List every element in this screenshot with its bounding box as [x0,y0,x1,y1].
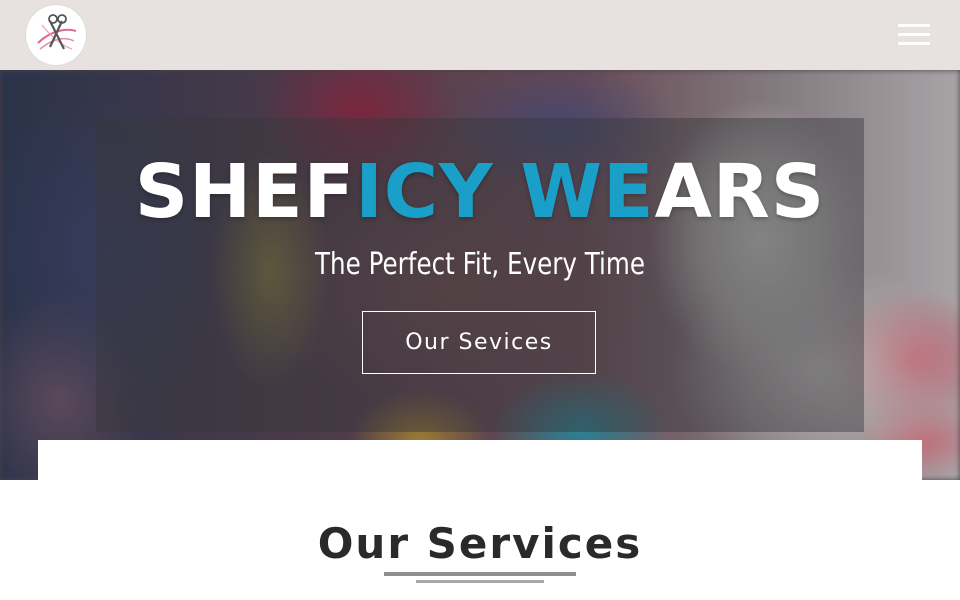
heading-underline-long [384,572,576,576]
brand-title: SHEFICY WEARS [96,150,864,234]
heading-underline-short [416,580,544,583]
menu-bar-middle [898,33,930,36]
services-heading: Our Services [317,519,643,568]
brand-title-part2: ARS [654,149,826,235]
scissors-logo-icon [37,14,77,50]
brand-title-part1: SHEF [134,149,356,235]
our-services-button[interactable]: Our Sevices [362,311,596,374]
menu-bar-top [898,24,930,27]
logo[interactable] [26,5,86,65]
site-header [0,0,960,70]
hamburger-menu-icon[interactable] [898,24,930,46]
brand-title-accent2: WE [520,149,655,235]
menu-bar-bottom [898,42,930,45]
hero-section: SHEFICY WEARS The Perfect Fit, Every Tim… [0,70,960,480]
hero-tagline: The Perfect Fit, Every Time [315,247,645,282]
brand-title-accent1: ICY [355,149,494,235]
